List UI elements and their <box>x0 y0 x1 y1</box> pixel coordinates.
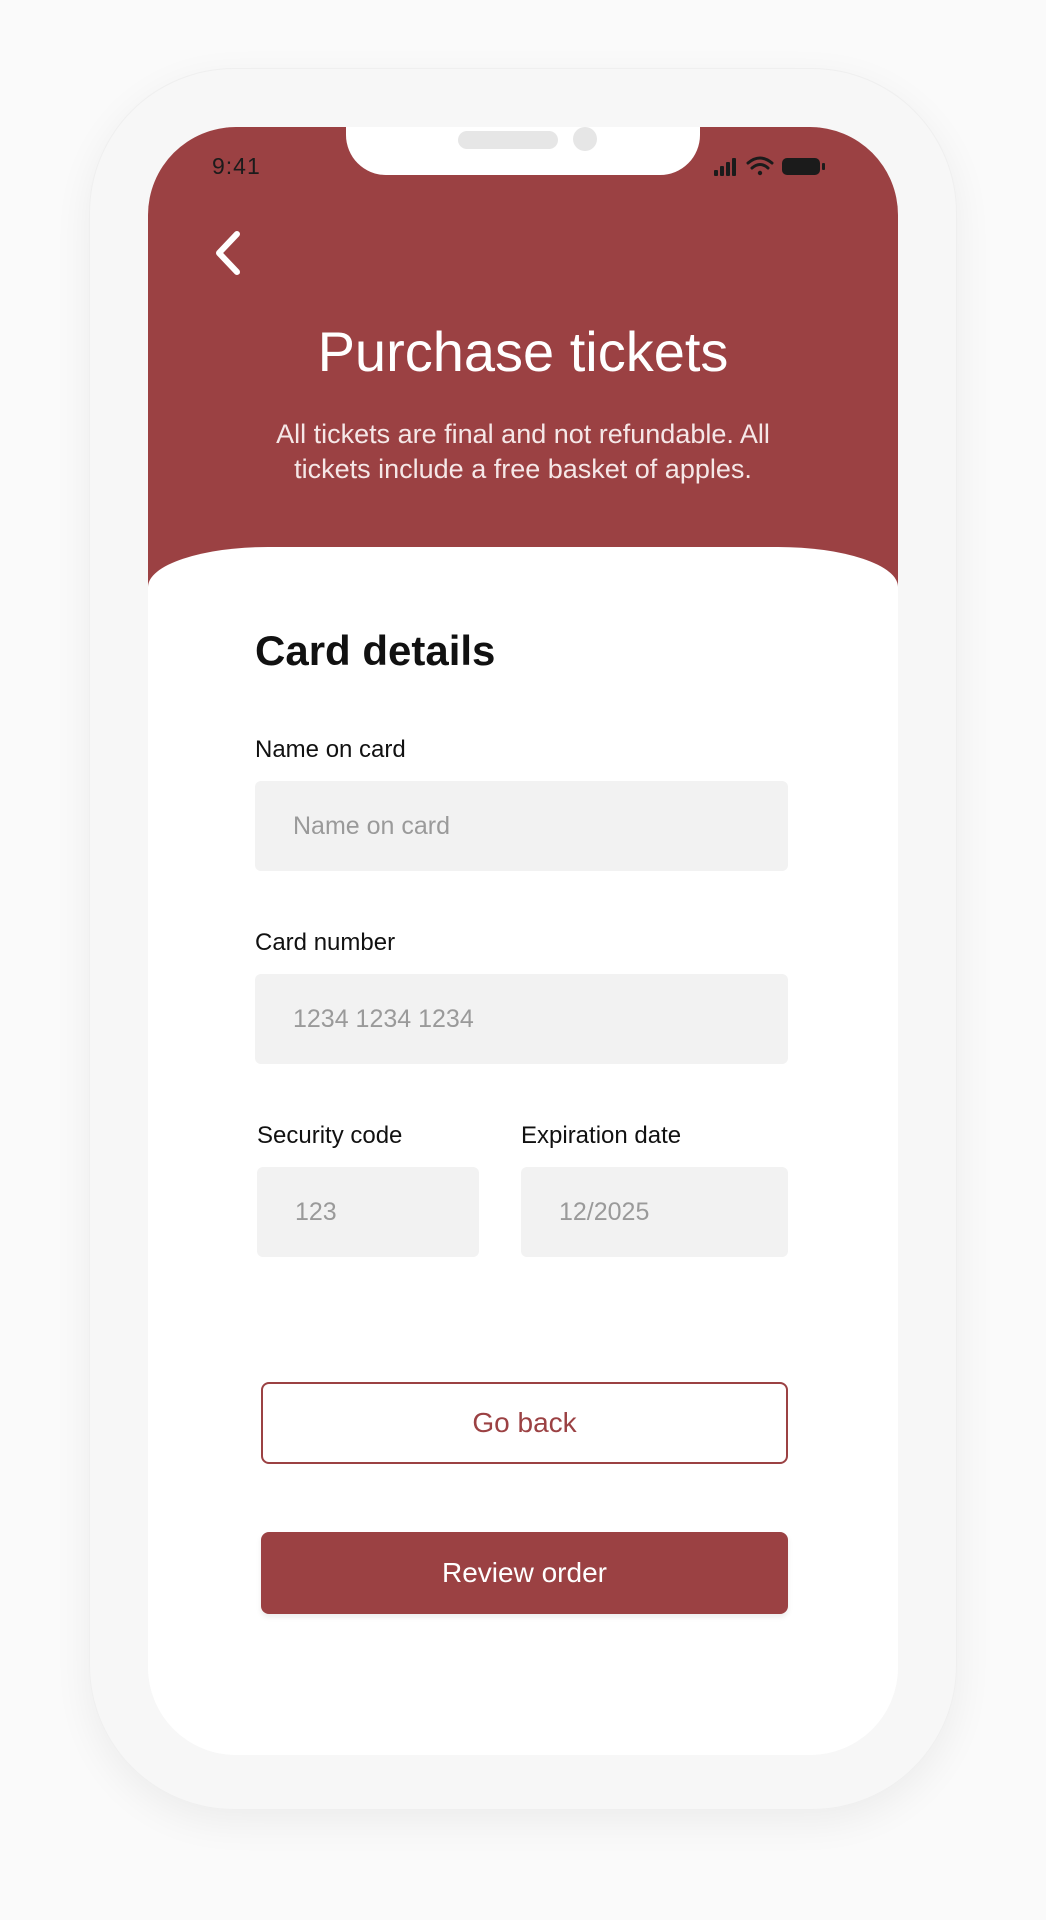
expiration-date-label: Expiration date <box>521 1122 682 1149</box>
speaker <box>458 131 558 149</box>
battery-icon <box>782 158 825 175</box>
chevron-left-icon <box>216 231 240 275</box>
cellular-signal-icon <box>714 158 736 176</box>
status-time: 9:41 <box>212 153 261 179</box>
expiration-date-input[interactable] <box>521 1167 788 1257</box>
security-code-label: Security code <box>257 1122 403 1149</box>
name-on-card-label: Name on card <box>255 736 406 763</box>
review-order-button[interactable]: Review order <box>261 1532 788 1614</box>
card-number-label: Card number <box>255 929 396 956</box>
section-title: Card details <box>255 627 496 674</box>
name-on-card-input[interactable] <box>255 781 788 871</box>
page-title: Purchase tickets <box>317 320 729 383</box>
go-back-button[interactable]: Go back <box>261 1382 788 1464</box>
back-button[interactable] <box>200 225 256 281</box>
phone-screen: 9:41 Purchase tickets All tickets are fi… <box>148 127 898 1755</box>
status-icons <box>714 156 825 176</box>
front-camera <box>573 127 597 151</box>
security-code-input[interactable] <box>257 1167 479 1257</box>
card-number-input[interactable] <box>255 974 788 1064</box>
page-subtitle: All tickets are final and not refundable… <box>276 419 770 484</box>
wifi-icon <box>746 156 774 176</box>
